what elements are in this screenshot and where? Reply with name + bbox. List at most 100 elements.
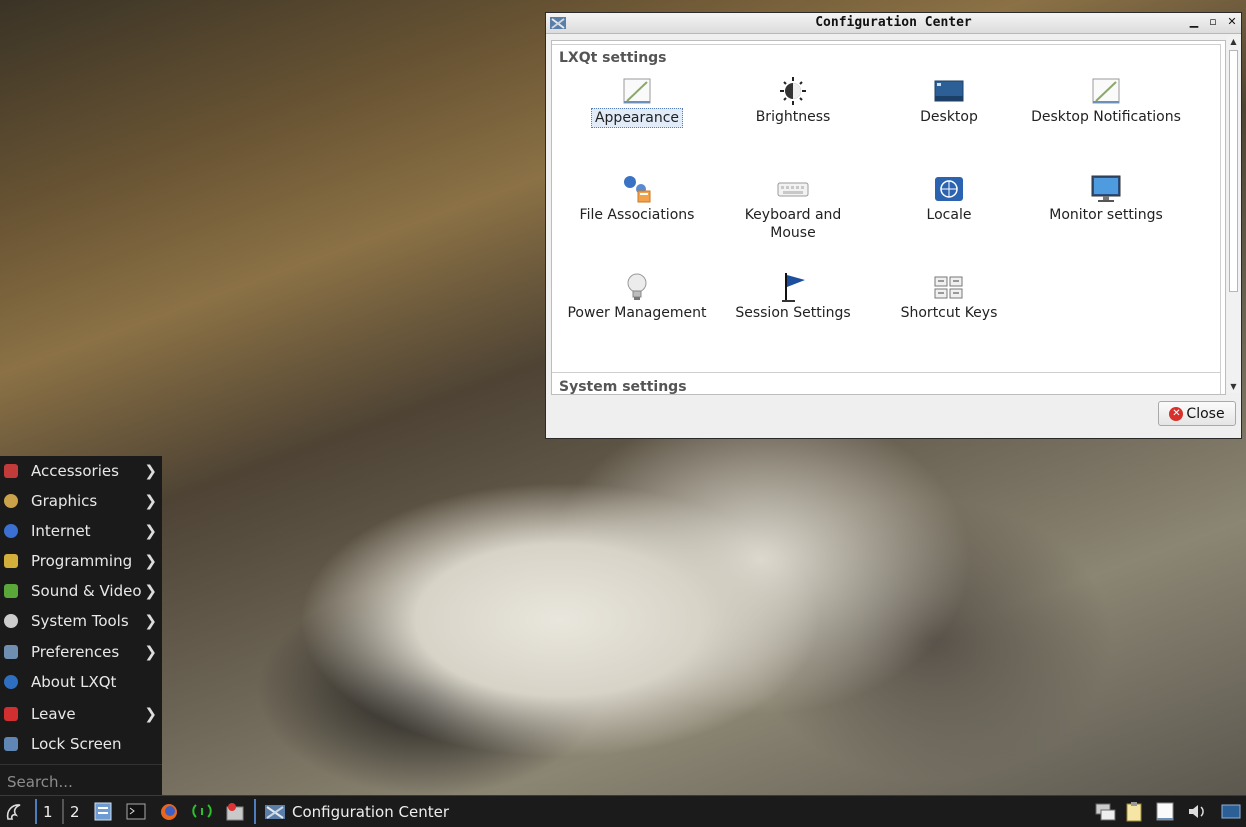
network-icon[interactable] (191, 801, 213, 822)
task-label: Configuration Center (292, 802, 449, 821)
search-input[interactable] (7, 773, 157, 791)
menu-item-internet[interactable]: Internet ❯ (0, 516, 162, 546)
task-configuration-center[interactable]: Configuration Center (260, 796, 530, 827)
chevron-right-icon: ❯ (144, 643, 157, 661)
window-titlebar[interactable]: Configuration Center ▁ ▫ ✕ (546, 13, 1241, 34)
chevron-right-icon: ❯ (144, 705, 157, 723)
network-tray-icon[interactable] (1094, 801, 1116, 822)
vertical-scrollbar[interactable]: ▲ ▼ (1227, 36, 1240, 393)
shortcut-keys-icon (934, 276, 963, 299)
file-associations-icon (624, 176, 651, 203)
divider (35, 799, 37, 824)
locale-icon (935, 177, 963, 201)
package-icon[interactable] (224, 801, 246, 822)
scrollbar-thumb[interactable] (1229, 50, 1238, 292)
divider (62, 799, 64, 824)
item-label: Locale (926, 207, 972, 223)
item-label: Keyboard and Mouse (744, 207, 842, 241)
settings-item-locale[interactable]: Locale (871, 174, 1027, 224)
item-label: Session Settings (735, 305, 851, 321)
menu-item-label: Leave (31, 705, 76, 723)
monitor-icon (1091, 175, 1121, 202)
volume-icon[interactable] (1186, 801, 1208, 822)
show-desktop-icon[interactable] (1220, 801, 1242, 822)
settings-item-appearance[interactable]: Appearance (559, 76, 715, 128)
menu-item-about-lxqt[interactable]: About LXQt (0, 667, 162, 697)
settings-item-file-associations[interactable]: File Associations (559, 174, 715, 224)
clipboard-icon[interactable] (1124, 801, 1144, 822)
menu-item-system-tools[interactable]: System Tools ❯ (0, 606, 162, 636)
accessories-icon (4, 464, 18, 478)
item-label: File Associations (579, 207, 695, 223)
menu-item-label: Accessories (31, 462, 119, 480)
window-title: Configuration Center (815, 15, 972, 30)
item-label: Brightness (755, 109, 831, 125)
notifications-icon (1092, 78, 1120, 104)
file-manager-icon[interactable] (93, 801, 113, 822)
chevron-right-icon: ❯ (144, 582, 157, 600)
settings-item-brightness[interactable]: Brightness (715, 76, 871, 126)
settings-item-desktop-notifications[interactable]: Desktop Notifications (1028, 76, 1184, 126)
settings-item-keyboard-and-mouse[interactable]: Keyboard and Mouse (715, 174, 871, 242)
terminal-icon[interactable] (126, 801, 146, 822)
menu-item-label: Lock Screen (31, 735, 122, 753)
lightbulb-icon (627, 273, 647, 300)
menu-item-programming[interactable]: Programming ❯ (0, 546, 162, 576)
menu-item-label: Programming (31, 552, 133, 570)
chevron-right-icon: ❯ (144, 522, 157, 540)
item-label: Shortcut Keys (900, 305, 998, 321)
settings-item-session-settings[interactable]: Session Settings (715, 272, 871, 322)
settings-item-power-management[interactable]: Power Management (559, 272, 715, 322)
info-icon (4, 675, 18, 689)
chevron-right-icon: ❯ (144, 612, 157, 630)
appearance-icon (623, 78, 651, 104)
lock-screen-icon (4, 737, 18, 751)
minimize-button[interactable]: ▁ (1187, 15, 1201, 29)
menu-item-preferences[interactable]: Preferences ❯ (0, 637, 162, 667)
globe-icon (4, 524, 18, 538)
settings-item-shortcut-keys[interactable]: Shortcut Keys (871, 272, 1027, 322)
power-icon (4, 707, 18, 721)
menu-item-accessories[interactable]: Accessories ❯ (0, 456, 162, 486)
menu-item-lock-screen[interactable]: Lock Screen (0, 729, 162, 759)
close-button[interactable]: ✕ Close (1158, 401, 1236, 426)
menu-item-sound-video[interactable]: Sound & Video ❯ (0, 576, 162, 606)
desktop-switch-2[interactable]: 2 (70, 803, 80, 821)
menu-item-label: Internet (31, 522, 91, 540)
settings-item-monitor-settings[interactable]: Monitor settings (1028, 174, 1184, 224)
menu-item-leave[interactable]: Leave ❯ (0, 699, 162, 729)
menu-item-graphics[interactable]: Graphics ❯ (0, 486, 162, 516)
divider (254, 799, 256, 824)
settings-list: LXQt settings Appearance Brightness Desk… (551, 40, 1226, 395)
desktop-switch-1[interactable]: 1 (43, 803, 53, 821)
gear-icon (4, 614, 18, 628)
close-window-button[interactable]: ✕ (1225, 15, 1239, 29)
chevron-right-icon: ❯ (144, 492, 157, 510)
hammer-icon (4, 554, 18, 568)
menu-search (0, 764, 162, 795)
taskbar: 1 2 Configuration Center (0, 795, 1246, 827)
preferences-icon (4, 645, 18, 659)
firefox-icon[interactable] (159, 801, 179, 822)
configuration-center-window: Configuration Center ▁ ▫ ✕ LXQt settings… (545, 12, 1242, 439)
scroll-down-arrow-icon[interactable]: ▼ (1227, 381, 1240, 393)
media-icon (4, 584, 18, 598)
item-label: Power Management (567, 305, 707, 321)
settings-item-desktop[interactable]: Desktop (871, 76, 1027, 126)
menu-item-label: Sound & Video (31, 582, 142, 600)
close-icon: ✕ (1169, 406, 1184, 421)
menu-item-label: System Tools (31, 612, 129, 630)
maximize-button[interactable]: ▫ (1206, 15, 1220, 29)
scroll-up-arrow-icon[interactable]: ▲ (1227, 36, 1240, 48)
item-label: Desktop (920, 109, 978, 125)
notes-icon[interactable] (1155, 801, 1175, 822)
palette-icon (4, 494, 18, 508)
section-title-lxqt: LXQt settings (559, 50, 667, 66)
menu-item-label: Graphics (31, 492, 98, 510)
menu-item-label: Preferences (31, 643, 120, 661)
lxqt-menu-icon[interactable] (4, 801, 26, 822)
desktop-icon (934, 80, 964, 102)
item-label: Desktop Notifications (1031, 109, 1181, 125)
chevron-right-icon: ❯ (144, 462, 157, 480)
menu-item-label: About LXQt (31, 673, 117, 691)
